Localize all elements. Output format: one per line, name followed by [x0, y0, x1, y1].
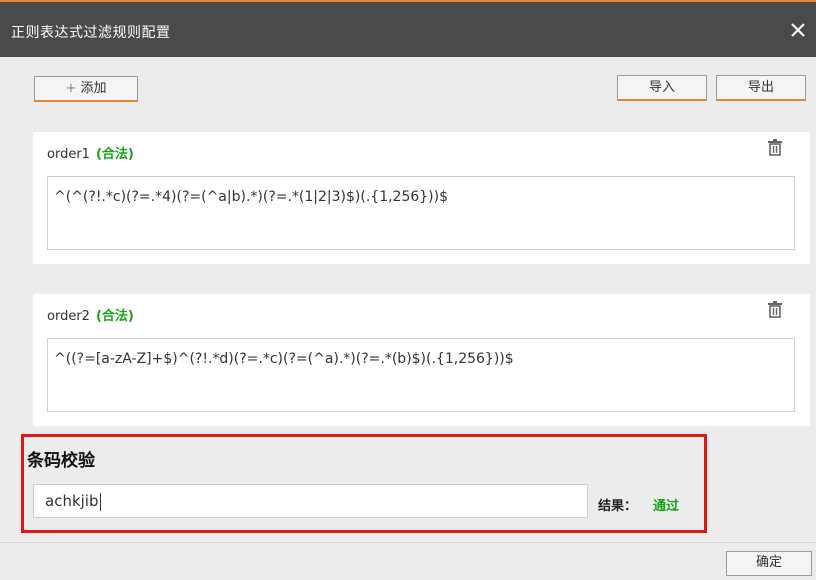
regex-expression-field[interactable]: ^((?=[a-zA-Z]+$)^(?!.*d)(?=.*c)(?=(^a).*…	[47, 338, 795, 412]
result-label: 结果：	[598, 499, 638, 514]
rule-status-badge: (合法)	[95, 309, 134, 324]
regex-expression-text: ^((?=[a-zA-Z]+$)^(?!.*d)(?=.*c)(?=(^a).*…	[54, 351, 514, 367]
rule-status-badge: (合法)	[95, 147, 134, 162]
plus-icon: +	[65, 81, 77, 96]
add-rule-label: 添加	[80, 81, 107, 96]
rule-name: order1	[47, 147, 90, 162]
barcode-check-panel: 条码校验 achkjib 结果： 通过	[21, 434, 707, 533]
rule-name: order2	[47, 309, 90, 324]
title-bar: 正则表达式过滤规则配置	[0, 0, 816, 57]
rule-header: order1 (合法)	[47, 143, 134, 162]
text-caret	[99, 492, 101, 511]
add-rule-button[interactable]: + 添加	[34, 76, 138, 102]
regex-expression-field[interactable]: ^(^(?!.*c)(?=.*4)(?=(^a|b).*)(?=.*(1|2|3…	[47, 176, 795, 250]
regex-expression-text: ^(^(?!.*c)(?=.*4)(?=(^a|b).*)(?=.*(1|2|3…	[54, 189, 449, 205]
barcode-check-title: 条码校验	[27, 451, 95, 471]
dialog-title: 正则表达式过滤规则配置	[11, 25, 171, 41]
result-value: 通过	[653, 499, 680, 514]
toolbar: + 添加 导入 导出	[9, 57, 816, 117]
rule-card: order1 (合法) ^(^(?!.*c)(?=.*4)(?=(^a|b).*)…	[33, 132, 810, 264]
rule-header: order2 (合法)	[47, 305, 134, 324]
trash-icon[interactable]	[765, 138, 785, 158]
footer-divider	[0, 542, 816, 543]
rule-card: order2 (合法) ^((?=[a-zA-Z]+$)^(?!.*d)(?=.*…	[33, 294, 810, 426]
close-icon[interactable]	[788, 20, 808, 40]
export-button[interactable]: 导出	[716, 75, 806, 101]
regex-filter-dialog: 正则表达式过滤规则配置 + 添加 导入 导出 order1 (合法) ^(^(?…	[0, 0, 816, 580]
trash-icon[interactable]	[765, 300, 785, 320]
barcode-input-value: achkjib	[45, 492, 99, 510]
import-button[interactable]: 导入	[617, 75, 707, 101]
barcode-input[interactable]: achkjib	[33, 484, 588, 518]
ok-button[interactable]: 确定	[726, 551, 812, 576]
